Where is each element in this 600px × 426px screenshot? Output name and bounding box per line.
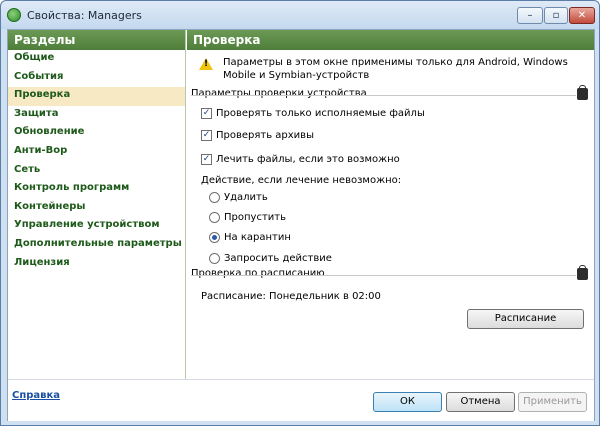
lock-icon[interactable] (577, 265, 588, 280)
sidebar-item-app-control[interactable]: Контроль программ (8, 180, 185, 199)
sidebar-item-events[interactable]: События (8, 69, 185, 88)
properties-window: Свойства: Managers – ▫ ✕ Разделы Общие С… (0, 0, 600, 426)
sidebar-item-general[interactable]: Общие (8, 50, 185, 69)
sidebar-item-containers[interactable]: Контейнеры (8, 199, 185, 218)
page-title: Проверка (187, 30, 594, 50)
group-label: Проверка по расписанию (191, 268, 328, 279)
dialog-footer: Справка ОК Отмена Применить (8, 379, 594, 421)
maximize-button[interactable]: ▫ (544, 7, 568, 24)
radio-icon[interactable] (209, 253, 220, 264)
group-label: Параметры проверки устройства (191, 88, 370, 99)
help-link[interactable]: Справка (12, 390, 60, 401)
ok-button[interactable]: ОК (373, 392, 442, 412)
checkbox-executables[interactable]: ✓ Проверять только исполняемые файлы (201, 108, 425, 119)
radio-icon[interactable] (209, 212, 220, 223)
window-title: Свойства: Managers (27, 9, 142, 22)
scheduled-scan-group: Проверка по расписанию (191, 265, 588, 282)
minimize-button[interactable]: – (517, 7, 543, 24)
radio-quarantine[interactable]: На карантин (209, 232, 291, 243)
divider (191, 275, 576, 276)
apply-button[interactable]: Применить (518, 392, 587, 412)
action-label: Действие, если лечение невозможно: (201, 175, 402, 186)
sidebar-item-anti-theft[interactable]: Анти-Вор (8, 143, 185, 162)
radio-selected-icon[interactable] (209, 232, 220, 243)
sidebar-item-device-management[interactable]: Управление устройством (8, 217, 185, 236)
schedule-text: Расписание: Понедельник в 02:00 (201, 291, 381, 302)
radio-ask[interactable]: Запросить действие (209, 253, 332, 264)
sections-sidebar: Разделы Общие События Проверка Защита Об… (8, 30, 186, 379)
info-text: Параметры в этом окне применимы только д… (223, 57, 568, 81)
sidebar-item-scan[interactable]: Проверка (8, 87, 185, 106)
main-panel: Проверка ! Параметры в этом окне примени… (187, 30, 594, 379)
sidebar-item-network[interactable]: Сеть (8, 162, 185, 181)
checkbox-checked-icon[interactable]: ✓ (201, 130, 212, 141)
sidebar-item-update[interactable]: Обновление (8, 124, 185, 143)
radio-delete[interactable]: Удалить (209, 192, 268, 203)
sidebar-header: Разделы (8, 30, 185, 50)
lock-icon[interactable] (577, 85, 588, 100)
sidebar-item-advanced[interactable]: Дополнительные параметры (8, 236, 185, 255)
sidebar-item-protection[interactable]: Защита (8, 106, 185, 125)
title-bar[interactable]: Свойства: Managers – ▫ ✕ (1, 1, 599, 29)
close-button[interactable]: ✕ (569, 7, 595, 24)
checkbox-archives[interactable]: ✓ Проверять архивы (201, 130, 314, 141)
checkbox-checked-icon[interactable]: ✓ (201, 154, 212, 165)
cancel-button[interactable]: Отмена (446, 392, 515, 412)
radio-skip[interactable]: Пропустить (209, 212, 286, 223)
sidebar-item-license[interactable]: Лицензия (8, 255, 185, 274)
radio-icon[interactable] (209, 192, 220, 203)
schedule-button[interactable]: Расписание (467, 309, 584, 329)
divider (191, 95, 576, 96)
checkbox-checked-icon[interactable]: ✓ (201, 108, 212, 119)
device-scan-group: Параметры проверки устройства (191, 85, 588, 102)
app-icon (7, 8, 21, 22)
checkbox-cure[interactable]: ✓ Лечить файлы, если это возможно (201, 154, 400, 165)
dialog-client: Разделы Общие События Проверка Защита Об… (7, 29, 595, 421)
